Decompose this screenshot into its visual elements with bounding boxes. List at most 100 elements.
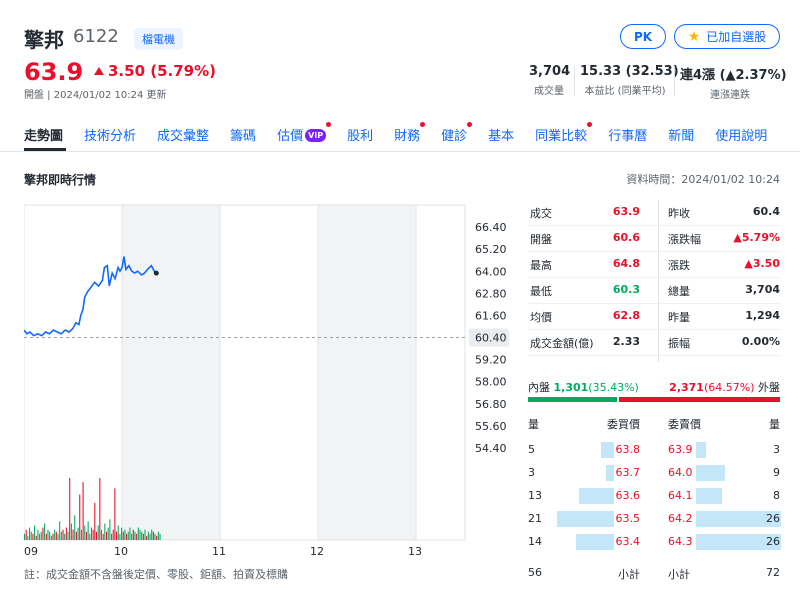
bid-price: 63.7 [615, 466, 641, 479]
volume-bar [151, 529, 153, 540]
y-tick-label: 65.20 [475, 243, 507, 256]
tab-0[interactable]: 走勢圖 [24, 125, 63, 144]
volume-bar [85, 531, 87, 540]
quote-label: 成交 [530, 207, 552, 220]
tab-8[interactable]: 基本 [488, 125, 514, 144]
quote-value: 3,704 [745, 283, 780, 296]
volume-bar [27, 535, 29, 540]
tab-6[interactable]: 財務 [394, 122, 426, 144]
volume-bar [59, 521, 61, 540]
inout-summary: 內盤 1,301(35.43%) 2,371(64.57%) 外盤 [528, 379, 780, 395]
ask-qty: 26 [766, 512, 780, 525]
volume-bar [141, 531, 143, 540]
volume-bar [64, 533, 66, 540]
outer-ratio-fill [619, 397, 780, 402]
volume-bar [67, 531, 69, 540]
volume-bar [69, 478, 71, 540]
tab-12[interactable]: 使用說明 [715, 125, 767, 144]
quote-value: ▲5.79% [733, 231, 780, 244]
orderbook-row: 14 63.4 64.3 26 [528, 531, 781, 554]
volume-bar [95, 531, 98, 540]
bid-price: 63.8 [615, 443, 641, 456]
tab-label: 新聞 [668, 129, 695, 144]
bid-qty: 13 [528, 489, 542, 502]
ask-price-header: 委賣價 [668, 418, 701, 431]
x-tick-label: 11 [212, 545, 226, 558]
industry-tag[interactable]: 檔電機 [134, 28, 183, 50]
volume-bar [24, 533, 26, 540]
pk-button[interactable]: PK [620, 24, 666, 49]
add-watchlist-button[interactable]: ★ 已加自選股 [674, 24, 780, 49]
ask-price: 63.9 [668, 443, 693, 456]
orderbook-row: 5 63.8 63.9 3 [528, 439, 780, 462]
quote-label: 成交金額(億) [530, 337, 594, 350]
quote-label: 總量 [668, 285, 690, 298]
volume-bar [122, 531, 124, 540]
ask-qty-header: 量 [769, 418, 780, 431]
volume-bar [30, 531, 32, 540]
y-tick-label: 64.00 [475, 265, 507, 278]
volume-bar [100, 529, 103, 540]
volume-bar [84, 525, 86, 540]
tab-3[interactable]: 籌碼 [230, 125, 256, 144]
bid-qty: 3 [528, 466, 535, 479]
inout-ratio-bar [528, 397, 780, 402]
bid-total: 56 [528, 566, 542, 579]
current-price: 63.9 [24, 58, 84, 86]
intraday-chart[interactable]: 66.40 65.20 64.00 62.80 61.60 60.40 59.20 58.00… [24, 200, 524, 560]
tab-label: 股利 [347, 129, 374, 144]
tab-label: 走勢圖 [24, 129, 64, 144]
tab-10[interactable]: 行事曆 [608, 125, 647, 144]
tab-label: 行事曆 [608, 129, 648, 144]
x-tick-label: 09 [24, 545, 38, 558]
volume-bar [34, 525, 36, 540]
stat-pe-label: 本益比 (同業平均) [584, 86, 666, 97]
bid-depth-bar [576, 534, 614, 550]
tab-7[interactable]: 健診 [441, 122, 473, 144]
tab-11[interactable]: 新聞 [668, 125, 694, 144]
volume-bar [52, 533, 54, 540]
bid-qty: 14 [528, 535, 542, 548]
quote-row: 最高 64.8 漲跌 ▲3.50 [528, 252, 780, 278]
tab-1[interactable]: 技術分析 [84, 125, 136, 144]
quote-row: 均價 62.8 昨量 1,294 [528, 304, 780, 330]
volume-bar [134, 531, 136, 540]
volume-bar [42, 527, 44, 540]
data-time: 資料時間：2024/01/02 10:24 [626, 173, 780, 186]
quote-value: 60.6 [612, 231, 640, 244]
notification-dot-icon [587, 122, 593, 127]
quote-value: ▲3.50 [744, 257, 780, 270]
tab-5[interactable]: 股利 [347, 125, 373, 144]
stock-name: 擎邦 [24, 28, 64, 52]
y-tick-label: 55.60 [475, 420, 507, 433]
volume-bar [146, 535, 148, 540]
star-icon: ★ [687, 28, 701, 45]
tab-2[interactable]: 成交彙整 [157, 125, 209, 144]
up-arrow-icon [94, 67, 104, 75]
notification-dot-icon [326, 122, 332, 127]
tab-label: 財務 [394, 129, 421, 144]
volume-bar [94, 502, 96, 540]
volume-bar [129, 527, 131, 540]
orderbook-row: 21 63.5 64.2 26 [528, 508, 781, 531]
volume-bar [99, 478, 101, 540]
bid-depth-bar [557, 511, 614, 527]
tab-4[interactable]: 估價 VIP [277, 122, 332, 144]
tab-9[interactable]: 同業比較 [535, 122, 593, 144]
quote-row: 最低 60.3 總量 3,704 [528, 278, 780, 304]
price-change: 3.50 (5.79%) [94, 62, 216, 80]
volume-bar [157, 531, 159, 540]
quote-label: 均價 [530, 311, 552, 324]
ask-total: 72 [766, 566, 780, 579]
volume-bar [111, 533, 113, 540]
volume-bar [144, 529, 146, 540]
volume-bar [90, 527, 92, 540]
ask-depth-bar [696, 465, 725, 481]
inner-ratio-fill [528, 397, 618, 402]
volume-bar [49, 531, 51, 540]
ask-qty: 3 [773, 443, 780, 456]
tab-label: 技術分析 [84, 129, 137, 144]
quote-value: 1,294 [745, 309, 780, 322]
volume-bar [132, 529, 134, 540]
ask-depth-bar [696, 488, 722, 504]
